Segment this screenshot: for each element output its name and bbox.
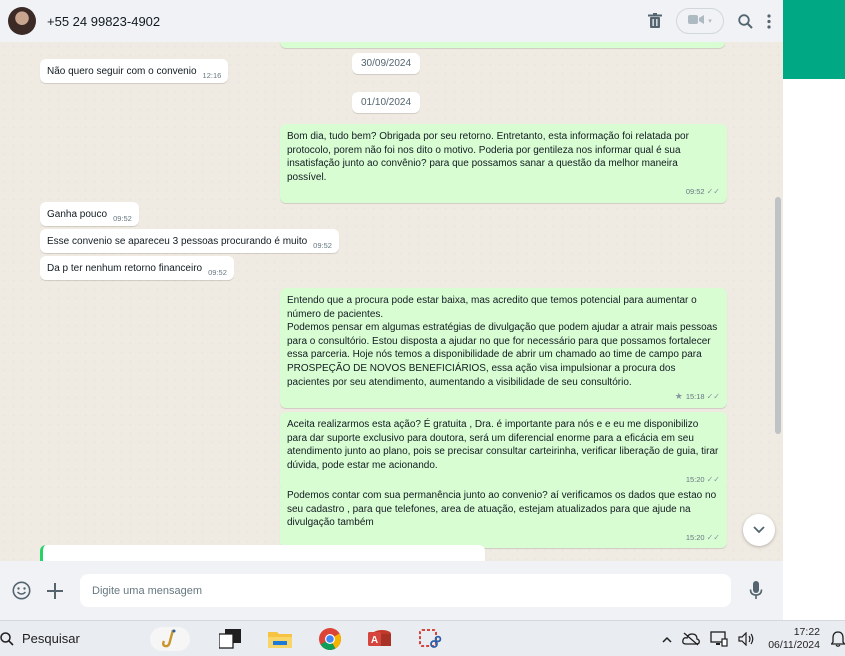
cloud-offline-icon[interactable]: [682, 632, 701, 646]
trash-icon[interactable]: [648, 13, 662, 29]
saxophone-icon: [149, 626, 190, 651]
message-bubble-partial-bottom: [40, 545, 485, 561]
message-text: Aceita realizarmos esta ação? É gratuita…: [287, 419, 719, 471]
message-text: Não quero seguir com o convenio: [47, 66, 197, 77]
double-check-icon: ✓✓: [706, 392, 720, 402]
menu-icon[interactable]: [767, 13, 771, 29]
clock-date: 06/11/2024: [768, 639, 820, 651]
video-call-button[interactable]: ▾: [676, 8, 724, 34]
message-incoming[interactable]: Ganha pouco 09:52: [40, 202, 139, 226]
message-outgoing[interactable]: Entendo que a procura pode estar baixa, …: [280, 288, 727, 408]
side-blank-area: [783, 79, 845, 620]
contact-name[interactable]: +55 24 99823-4902: [47, 14, 634, 29]
message-text: Bom dia, tudo bem? Obrigada por seu reto…: [287, 131, 689, 183]
message-time: 15:18: [685, 392, 705, 402]
chevron-down-icon: ▾: [708, 18, 712, 25]
clock-time: 17:22: [793, 626, 820, 638]
file-explorer-icon[interactable]: [267, 626, 293, 652]
double-check-icon: ✓✓: [706, 187, 720, 197]
message-incoming[interactable]: Esse convenio se apareceu 3 pessoas proc…: [40, 229, 339, 253]
message-text: Ganha pouco: [47, 209, 108, 220]
windows-taskbar: Pesquisar A 17:22 06/11/2024: [0, 620, 845, 656]
snipping-tool-icon[interactable]: [417, 626, 443, 652]
double-check-icon: ✓✓: [706, 532, 720, 542]
date-chip: 30/09/2024: [352, 53, 421, 74]
scroll-down-button[interactable]: [743, 514, 775, 546]
message-composer: [0, 561, 783, 620]
chat-area[interactable]: 30/09/2024 Não quero seguir com o conven…: [0, 42, 783, 561]
message-time: 09:52: [313, 241, 332, 250]
search-icon[interactable]: [738, 13, 753, 29]
chrome-icon[interactable]: [317, 626, 343, 652]
chevron-up-icon[interactable]: [662, 636, 672, 643]
message-text: Entendo que a procura pode estar baixa, …: [287, 295, 718, 388]
message-time: 09:52: [685, 187, 705, 197]
taskbar-search-label: Pesquisar: [22, 631, 80, 646]
access-app-icon[interactable]: A: [367, 626, 393, 652]
message-outgoing[interactable]: Podemos contar com sua permanência junto…: [280, 483, 727, 549]
task-view-icon[interactable]: [217, 626, 243, 652]
message-text: Esse convenio se apareceu 3 pessoas proc…: [47, 236, 308, 247]
video-call-icon: [688, 12, 705, 30]
system-tray: 17:22 06/11/2024: [657, 621, 845, 656]
message-incoming[interactable]: Da p ter nenhum retorno financeiro 09:52: [40, 256, 234, 280]
search-icon: [0, 631, 14, 646]
taskbar-clock[interactable]: 17:22 06/11/2024: [768, 626, 820, 652]
star-icon: ★: [674, 391, 683, 402]
message-time: 12:16: [202, 71, 222, 80]
chevron-down-icon: [753, 526, 765, 534]
mic-icon[interactable]: [745, 580, 767, 602]
message-text: Da p ter nenhum retorno financeiro: [47, 263, 203, 274]
contact-avatar[interactable]: [8, 7, 36, 35]
emoji-icon[interactable]: [10, 580, 32, 602]
message-input[interactable]: [92, 584, 719, 597]
speaker-icon[interactable]: [738, 632, 755, 646]
side-accent-strip: [783, 0, 845, 79]
message-outgoing[interactable]: Aceita realizarmos esta ação? É gratuita…: [280, 412, 727, 491]
message-input-container[interactable]: [80, 574, 731, 607]
display-network-icon[interactable]: [710, 631, 728, 647]
message-time: 09:52: [208, 268, 227, 277]
chat-scrollbar[interactable]: [775, 197, 781, 434]
attach-plus-icon[interactable]: [44, 580, 66, 602]
message-text: Podemos contar com sua permanência junto…: [287, 490, 717, 529]
message-bubble-partial-top: [280, 42, 725, 48]
message-time: 09:52: [113, 214, 132, 223]
taskbar-search[interactable]: Pesquisar: [0, 624, 205, 654]
svg-text:A: A: [371, 635, 378, 646]
notification-bell-icon[interactable]: [831, 631, 845, 647]
chat-header: +55 24 99823-4902 ▾: [0, 0, 783, 42]
message-time: 15:20: [685, 532, 705, 542]
date-chip: 01/10/2024: [352, 92, 421, 113]
message-outgoing[interactable]: Bom dia, tudo bem? Obrigada por seu reto…: [280, 124, 727, 203]
message-incoming[interactable]: Não quero seguir com o convenio 12:16: [40, 59, 229, 83]
